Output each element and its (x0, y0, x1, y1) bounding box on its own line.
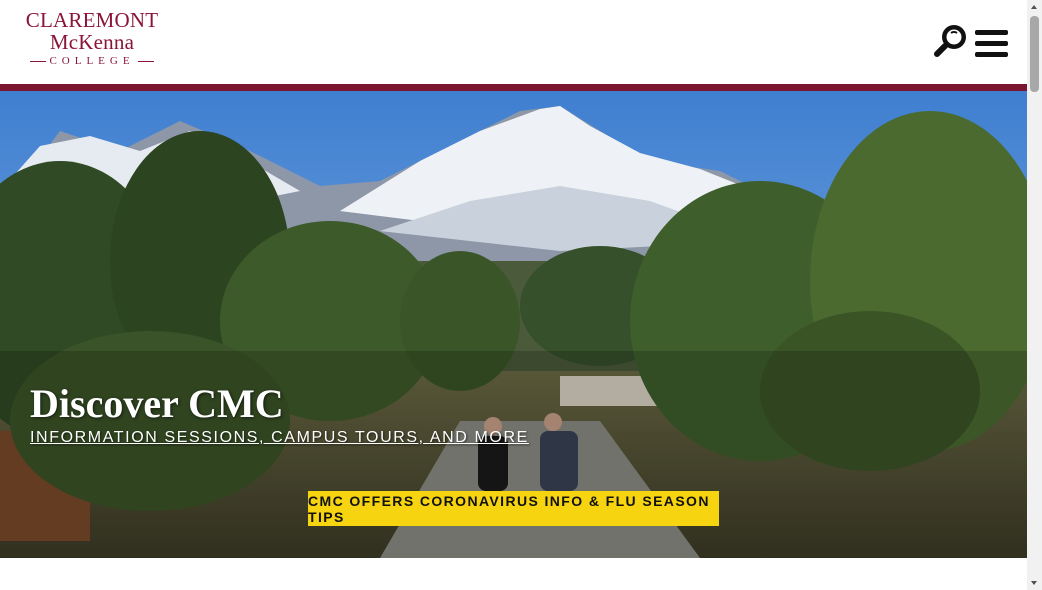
menu-bar-1 (975, 30, 1008, 35)
logo-rule-left (30, 61, 47, 62)
menu-bar-3 (975, 52, 1008, 57)
coronavirus-info-button[interactable]: CMC OFFERS CORONAVIRUS INFO & FLU SEASON… (308, 491, 719, 526)
logo-rule-right (137, 61, 154, 62)
vertical-scrollbar[interactable] (1027, 0, 1042, 590)
hero-title: Discover CMC (30, 381, 284, 426)
menu-bar-2 (975, 41, 1008, 46)
site-header: Claremont McKenna College (0, 0, 1027, 84)
hero-banner: Discover CMC INFORMATION SESSIONS, CAMPU… (0, 91, 1027, 558)
header-divider (0, 84, 1027, 91)
hero-background-image (0, 91, 1027, 558)
search-icon[interactable] (933, 22, 969, 58)
logo-line-2-text: McKenna (49, 30, 135, 54)
logo-line-3-text: College (49, 55, 135, 67)
scroll-down-arrow-icon[interactable] (1027, 575, 1042, 590)
scrollbar-thumb[interactable] (1030, 16, 1039, 92)
hamburger-menu-icon[interactable] (975, 30, 1008, 57)
info-sessions-link[interactable]: INFORMATION SESSIONS, CAMPUS TOURS, AND … (30, 429, 529, 447)
logo-line-1: Claremont (25, 8, 159, 32)
logo-line-2: McKenna (20, 32, 164, 53)
page: Claremont McKenna College (0, 0, 1027, 590)
scroll-up-arrow-icon[interactable] (1027, 0, 1042, 15)
college-logo[interactable]: Claremont McKenna College (20, 10, 164, 67)
logo-line-3: College (20, 56, 164, 67)
